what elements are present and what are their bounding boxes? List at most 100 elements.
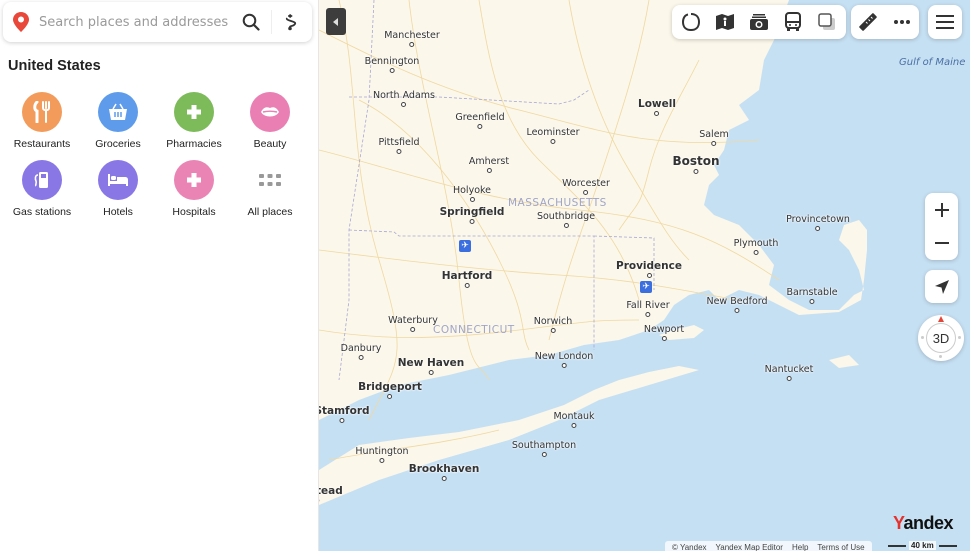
city-label[interactable]: Salem <box>699 129 729 146</box>
category-groceries[interactable]: Groceries <box>80 92 156 150</box>
city-label[interactable]: New Haven <box>397 357 465 375</box>
category-hospitals[interactable]: Hospitals <box>156 160 232 218</box>
city-label[interactable]: Worcester <box>562 178 610 195</box>
city-label[interactable]: Huntington <box>355 446 409 463</box>
city-dot-icon <box>661 336 667 341</box>
city-name: Pittsfield <box>378 137 420 148</box>
city-name: Salem <box>699 129 729 140</box>
city-name: Holyoke <box>452 185 492 196</box>
category-gas-stations[interactable]: Gas stations <box>4 160 80 218</box>
collapse-sidebar-button[interactable] <box>326 8 346 35</box>
city-dot-icon <box>486 168 492 173</box>
city-label[interactable]: Waterbury <box>388 315 438 332</box>
photos-button[interactable] <box>742 5 776 39</box>
region-title: United States <box>8 58 101 74</box>
city-label[interactable]: Montauk <box>553 411 595 428</box>
city-label[interactable]: Newport <box>644 324 684 341</box>
zoom-in-button[interactable] <box>925 193 958 226</box>
chevron-left-icon <box>333 17 338 26</box>
zoom-out-button[interactable] <box>925 226 958 259</box>
city-label[interactable]: mpstead <box>319 485 343 503</box>
city-label[interactable]: Greenfield <box>455 112 505 129</box>
city-label[interactable]: Leominster <box>526 127 580 144</box>
city-label[interactable]: Barnstable <box>786 287 838 304</box>
city-name: Bridgeport <box>358 381 422 393</box>
city-name: Montauk <box>553 411 595 422</box>
plus-icon <box>934 202 949 217</box>
city-label[interactable]: New Bedford <box>706 296 768 313</box>
city-label[interactable]: Hartford <box>442 270 492 288</box>
city-dot-icon <box>753 250 759 255</box>
menu-button[interactable] <box>928 5 962 39</box>
map-view-button[interactable] <box>708 5 742 39</box>
city-label[interactable]: Provincetown <box>786 214 850 231</box>
city-name: Southbridge <box>536 211 596 222</box>
sea-label: Gulf of Maine <box>899 57 966 68</box>
city-label[interactable]: Lowell <box>638 98 676 116</box>
logo-letter: Y <box>893 513 904 533</box>
city-label[interactable]: Southampton <box>512 440 576 457</box>
city-label[interactable]: Nantucket <box>765 364 813 381</box>
city-label[interactable]: Providence <box>616 260 682 278</box>
category-hotels[interactable]: Hotels <box>80 160 156 218</box>
hamburger-menu-icon <box>936 15 954 29</box>
category-beauty[interactable]: Beauty <box>232 92 308 150</box>
airport-icon[interactable]: ✈ <box>640 281 652 293</box>
city-dot-icon <box>464 283 470 288</box>
city-label[interactable]: Plymouth <box>734 238 778 255</box>
category-all-places[interactable]: All places <box>232 160 308 218</box>
city-label[interactable]: Danbury <box>341 343 381 360</box>
category-pharmacies[interactable]: Pharmacies <box>156 92 232 150</box>
search-button[interactable] <box>231 2 271 42</box>
city-label[interactable]: Brookhaven <box>409 463 479 481</box>
minus-icon <box>934 241 949 244</box>
panorama-button[interactable] <box>674 5 708 39</box>
more-button[interactable] <box>885 5 919 39</box>
city-label[interactable]: Bennington <box>364 56 420 73</box>
map-editor-link[interactable]: Yandex Map Editor <box>716 543 783 551</box>
my-location-button[interactable] <box>925 270 958 303</box>
app-root: United States Restaurants Groceries Phar… <box>0 0 970 551</box>
compass-3d-button[interactable]: 3D <box>918 315 964 361</box>
city-label[interactable]: Manchester <box>384 30 440 47</box>
category-label: Beauty <box>253 138 287 150</box>
layers-button[interactable] <box>810 5 844 39</box>
yandex-logo[interactable]: Yandex <box>893 513 954 534</box>
sidebar: United States Restaurants Groceries Phar… <box>0 0 319 551</box>
city-label[interactable]: Springfield <box>440 206 504 224</box>
state-label: MASSACHUSETTS <box>508 197 607 209</box>
city-label[interactable]: Southbridge <box>537 211 595 228</box>
city-label[interactable]: Amherst <box>469 156 509 173</box>
city-label[interactable]: Holyoke <box>453 185 491 202</box>
city-label[interactable]: Stamford <box>319 405 370 423</box>
scale-line <box>888 544 906 547</box>
location-pin-icon[interactable] <box>3 2 39 42</box>
city-name: Lowell <box>638 98 676 110</box>
city-name: New Haven <box>397 357 465 369</box>
map-canvas[interactable]: Gulf of Maine MASSACHUSETTS CONNECTICUT … <box>319 0 970 551</box>
city-label[interactable]: Norwich <box>534 316 572 333</box>
city-name: Greenfield <box>455 112 505 123</box>
city-name: Amherst <box>468 156 510 167</box>
city-name: Bennington <box>364 56 420 67</box>
city-name: Worcester <box>562 178 610 189</box>
ruler-button[interactable] <box>851 5 885 39</box>
city-label[interactable]: Fall River <box>626 300 670 317</box>
copyright-link[interactable]: © Yandex <box>672 543 707 551</box>
city-name: Manchester <box>384 30 440 41</box>
city-dot-icon <box>654 111 660 116</box>
airport-icon[interactable]: ✈ <box>459 240 471 252</box>
city-dot-icon <box>339 418 345 423</box>
transit-button[interactable] <box>776 5 810 39</box>
city-label[interactable]: New London <box>535 351 593 368</box>
city-dot-icon <box>401 102 407 107</box>
search-input[interactable] <box>39 2 231 42</box>
help-link[interactable]: Help <box>792 543 808 551</box>
category-restaurants[interactable]: Restaurants <box>4 92 80 150</box>
city-label[interactable]: Pittsfield <box>378 137 420 154</box>
city-label[interactable]: Boston <box>672 154 720 174</box>
city-label[interactable]: Bridgeport <box>358 381 422 399</box>
route-button[interactable] <box>272 2 312 42</box>
city-label[interactable]: North Adams <box>373 90 435 107</box>
terms-link[interactable]: Terms of Use <box>817 543 864 551</box>
